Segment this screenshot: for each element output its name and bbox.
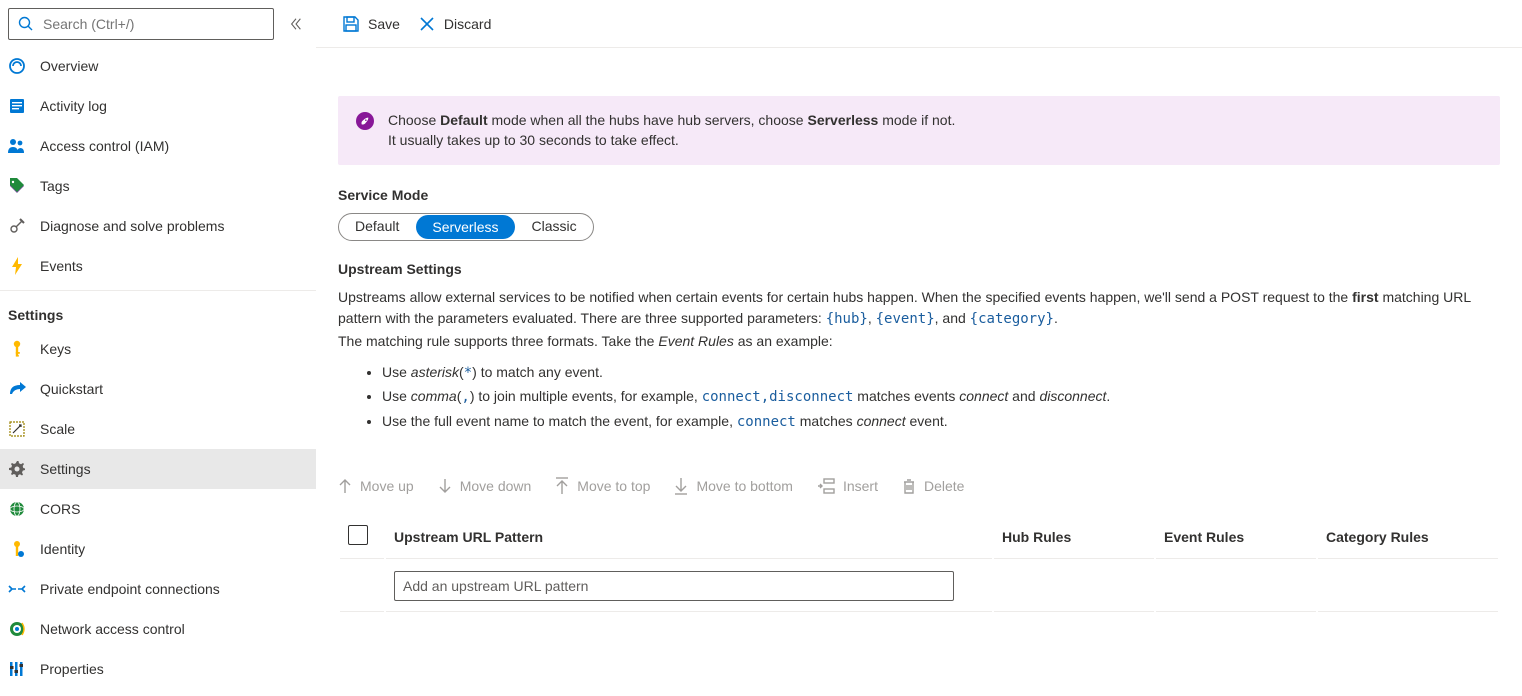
move-up-button[interactable]: Move up xyxy=(338,478,414,494)
cors-icon xyxy=(8,500,26,518)
nav-label: Overview xyxy=(40,58,98,74)
sidebar-collapse-button[interactable] xyxy=(284,12,308,36)
nav-label: Events xyxy=(40,258,83,274)
quickstart-icon xyxy=(8,380,26,398)
nav-diagnose[interactable]: Diagnose and solve problems xyxy=(0,206,316,246)
rule-comma: Use comma(,) to join multiple events, fo… xyxy=(382,385,1500,410)
nav-activity-log[interactable]: Activity log xyxy=(0,86,316,126)
nav-access-control[interactable]: Access control (IAM) xyxy=(0,126,316,166)
nav-quickstart[interactable]: Quickstart xyxy=(0,369,316,409)
nav-private-endpoint[interactable]: Private endpoint connections xyxy=(0,569,316,609)
nav-label: Scale xyxy=(40,421,75,437)
save-icon xyxy=(342,15,360,33)
col-event-rules: Event Rules xyxy=(1156,515,1316,559)
scale-icon xyxy=(8,420,26,438)
private-endpoint-icon xyxy=(8,580,26,598)
tags-icon xyxy=(8,177,26,195)
table-row xyxy=(340,561,1498,612)
nav-label: Access control (IAM) xyxy=(40,138,169,154)
save-button[interactable]: Save xyxy=(342,15,400,33)
main-panel: Save Discard Choose Default mode when al… xyxy=(316,0,1522,696)
diagnose-icon xyxy=(8,217,26,235)
move-top-button[interactable]: Move to top xyxy=(555,477,650,495)
discard-icon xyxy=(418,15,436,33)
overview-icon xyxy=(8,57,26,75)
sidebar-search-input[interactable] xyxy=(43,16,265,32)
mode-serverless[interactable]: Serverless xyxy=(416,215,514,239)
keys-icon xyxy=(8,340,26,358)
search-icon xyxy=(17,15,35,33)
url-pattern-input[interactable] xyxy=(394,571,954,601)
info-text: Choose Default mode when all the hubs ha… xyxy=(388,110,955,151)
rules-list: Use asterisk(*) to match any event. Use … xyxy=(382,361,1500,435)
activity-log-icon xyxy=(8,97,26,115)
sidebar-search[interactable] xyxy=(8,8,274,40)
nav-label: Quickstart xyxy=(40,381,103,397)
nav-label: Network access control xyxy=(40,621,185,637)
nav-label: Tags xyxy=(40,178,70,194)
upstream-description: Upstreams allow external services to be … xyxy=(338,287,1500,353)
settings-section-header: Settings xyxy=(0,295,316,329)
rule-asterisk: Use asterisk(*) to match any event. xyxy=(382,361,1500,386)
mode-default[interactable]: Default xyxy=(339,214,415,240)
nav-settings[interactable]: Settings xyxy=(0,449,316,489)
nav-identity[interactable]: Identity xyxy=(0,529,316,569)
settings-icon xyxy=(8,460,26,478)
identity-icon xyxy=(8,540,26,558)
nav-label: Private endpoint connections xyxy=(40,581,220,597)
nav-label: Properties xyxy=(40,661,104,677)
nav-label: Diagnose and solve problems xyxy=(40,218,224,234)
insert-button[interactable]: Insert xyxy=(817,478,878,494)
move-down-button[interactable]: Move down xyxy=(438,478,532,494)
toolbar: Save Discard xyxy=(316,0,1522,48)
mode-classic[interactable]: Classic xyxy=(516,214,593,240)
move-bottom-button[interactable]: Move to bottom xyxy=(674,477,793,495)
nav-tags[interactable]: Tags xyxy=(0,166,316,206)
nav-label: Identity xyxy=(40,541,85,557)
network-icon xyxy=(8,620,26,638)
properties-icon xyxy=(8,660,26,678)
rule-fullname: Use the full event name to match the eve… xyxy=(382,410,1500,435)
discard-label: Discard xyxy=(444,16,491,32)
info-banner: Choose Default mode when all the hubs ha… xyxy=(338,96,1500,165)
service-mode-selector: Default Serverless Classic xyxy=(338,213,594,241)
access-control-icon xyxy=(8,137,26,155)
nav-keys[interactable]: Keys xyxy=(0,329,316,369)
nav-label: Keys xyxy=(40,341,71,357)
nav-properties[interactable]: Properties xyxy=(0,649,316,689)
nav-label: CORS xyxy=(40,501,80,517)
upstream-title: Upstream Settings xyxy=(338,261,1500,277)
table-toolbar: Move up Move down Move to top Move to bo… xyxy=(338,477,1500,495)
service-mode-title: Service Mode xyxy=(338,187,1500,203)
col-category-rules: Category Rules xyxy=(1318,515,1498,559)
save-label: Save xyxy=(368,16,400,32)
col-hub-rules: Hub Rules xyxy=(994,515,1154,559)
nav-label: Settings xyxy=(40,461,91,477)
nav-overview[interactable]: Overview xyxy=(0,46,316,86)
nav-scale[interactable]: Scale xyxy=(0,409,316,449)
upstream-table: Upstream URL Pattern Hub Rules Event Rul… xyxy=(338,513,1500,614)
select-all-checkbox[interactable] xyxy=(348,525,368,545)
col-url-pattern: Upstream URL Pattern xyxy=(386,515,992,559)
nav-network[interactable]: Network access control xyxy=(0,609,316,649)
delete-button[interactable]: Delete xyxy=(902,478,964,494)
events-icon xyxy=(8,257,26,275)
rocket-icon xyxy=(356,112,374,130)
nav-events[interactable]: Events xyxy=(0,246,316,286)
nav-label: Activity log xyxy=(40,98,107,114)
sidebar: Overview Activity log Access control (IA… xyxy=(0,0,316,696)
nav-cors[interactable]: CORS xyxy=(0,489,316,529)
discard-button[interactable]: Discard xyxy=(418,15,491,33)
